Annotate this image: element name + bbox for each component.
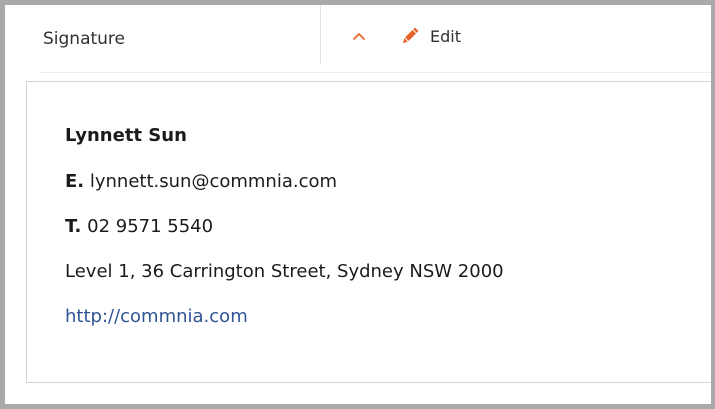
edit-label: Edit [430,26,461,46]
section-title: Signature [43,29,126,49]
header-divider [320,5,321,64]
signature-address: Level 1, 36 Carrington Street, Sydney NS… [65,261,504,282]
chevron-up-icon [353,33,365,40]
signature-header: Signature Edit [5,5,711,73]
edit-button[interactable]: Edit [399,23,461,49]
pencil-icon [402,27,419,44]
signature-name: Lynnett Sun [65,125,187,146]
signature-card: Lynnett Sun E. lynnett.sun@commnia.com T… [26,81,711,383]
signature-website-link[interactable]: http://commnia.com [65,306,248,327]
signature-phone-line: T. 02 9571 5540 [65,216,213,237]
signature-email-line: E. lynnett.sun@commnia.com [65,171,337,192]
signature-phone: 02 9571 5540 [87,216,214,237]
signature-email: lynnett.sun@commnia.com [89,171,338,192]
collapse-button[interactable] [348,25,370,47]
header-underline [40,72,711,73]
email-prefix: E. [65,171,85,192]
phone-prefix: T. [65,216,82,237]
